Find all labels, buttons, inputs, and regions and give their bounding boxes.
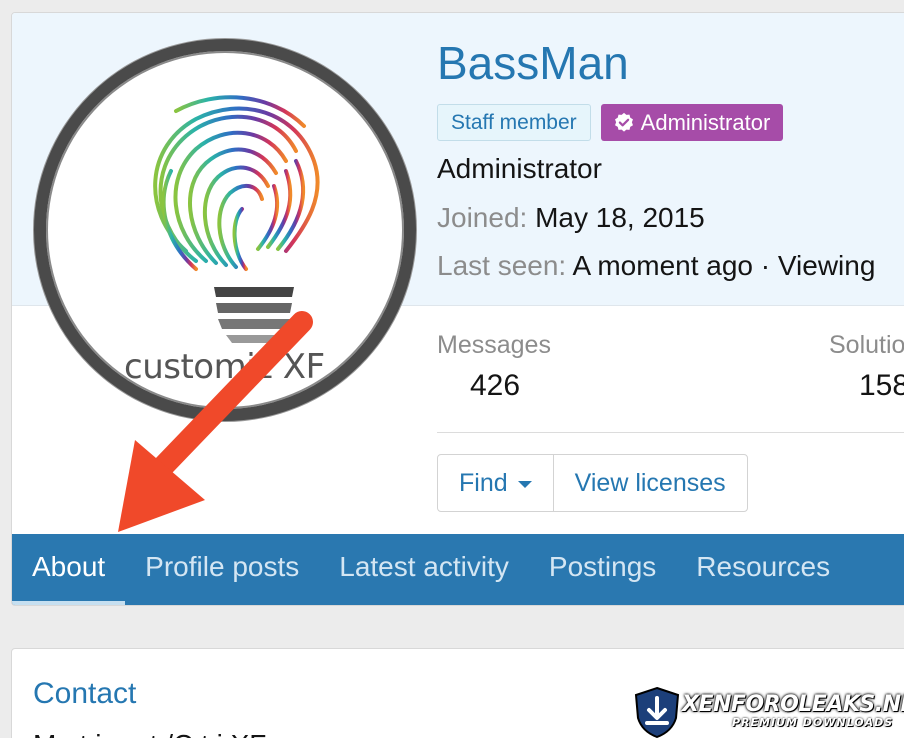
profile-action-buttons: Find View licenses [437, 454, 748, 512]
administrator-badge: Administrator [600, 104, 784, 141]
verified-check-icon [614, 112, 633, 132]
joined-value: May 18, 2015 [535, 202, 705, 233]
messages-stat-label: Messages [437, 331, 551, 359]
joined-label: Joined: [437, 202, 528, 233]
messages-stat-value[interactable]: 426 [470, 369, 520, 403]
avatar[interactable]: customiz XF [34, 39, 416, 421]
watermark-title: XENFOROLEAKS.NET [682, 692, 904, 717]
user-badges: Staff member Administrator [437, 104, 784, 141]
tab-about[interactable]: About [12, 534, 126, 605]
last-seen-info: Last seen: A moment ago · Viewing [437, 250, 875, 282]
download-shield-icon [634, 686, 680, 738]
tab-latest-activity[interactable]: Latest activity [319, 534, 529, 605]
stats-divider [437, 432, 904, 433]
solutions-stat-value[interactable]: 158 [859, 369, 904, 403]
contact-text-clipped: Me t i n r t /C t i XF [33, 729, 266, 738]
profile-card: customiz XF BassMan Staff member Adminis… [11, 12, 904, 606]
user-title: Administrator [437, 153, 602, 184]
avatar-logo-text: customiz XF [124, 347, 325, 387]
find-button-label: Find [459, 469, 508, 497]
last-seen-label: Last seen: [437, 250, 567, 281]
tab-resources[interactable]: Resources [676, 534, 850, 605]
solutions-stat-label: Solutio [829, 331, 904, 359]
joined-info: Joined: May 18, 2015 [437, 202, 705, 234]
contact-heading: Contact [33, 677, 137, 710]
find-button[interactable]: Find [438, 455, 553, 511]
administrator-badge-label: Administrator [640, 110, 771, 135]
tab-postings[interactable]: Postings [529, 534, 676, 605]
username[interactable]: BassMan [437, 36, 629, 90]
watermark: XENFOROLEAKS.NET PREMIUM DOWNLOADS [632, 686, 904, 738]
chevron-down-icon [517, 480, 532, 488]
watermark-subtitle: PREMIUM DOWNLOADS [732, 716, 894, 729]
last-seen-value: A moment ago · Viewing [572, 250, 876, 281]
tab-profile-posts[interactable]: Profile posts [125, 534, 319, 605]
profile-tabs: About Profile posts Latest activity Post… [12, 534, 904, 605]
staff-member-badge: Staff member [437, 104, 591, 141]
view-licenses-button[interactable]: View licenses [552, 455, 747, 511]
